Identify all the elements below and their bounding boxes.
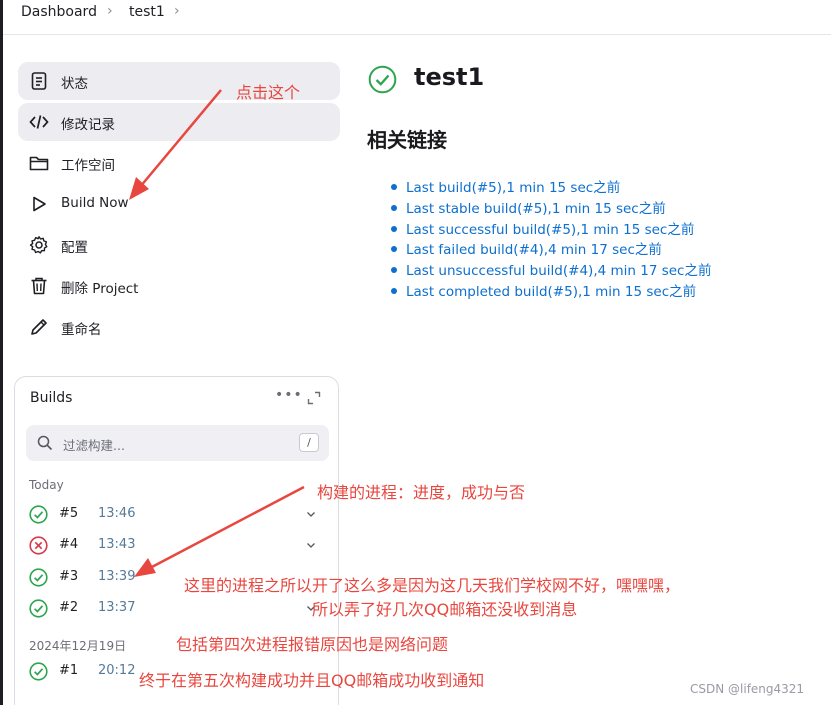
success-check-icon: [29, 568, 48, 587]
build-row-5[interactable]: #5 13:46: [29, 502, 327, 528]
related-links-heading: 相关链接: [367, 128, 447, 152]
builds-title: Builds: [30, 390, 73, 406]
gear-icon: [29, 236, 48, 254]
breadcrumb: Dashboard › test1 ›: [3, 0, 831, 35]
annotation-note-line3: 包括第四次进程报错原因也是网络问题: [176, 635, 449, 654]
success-check-icon: [368, 65, 397, 94]
sidebar-item-label: 配置: [61, 240, 88, 256]
build-group-label: Today: [29, 478, 64, 492]
build-group-label: 2024年12月19日: [29, 639, 127, 653]
sidebar-item-changes[interactable]: 修改记录: [18, 103, 340, 141]
filter-builds-input[interactable]: 过滤构建... /: [26, 425, 329, 461]
sidebar-item-label: 删除 Project: [61, 281, 139, 297]
annotation-note-line1: 这里的进程之所以开了这么多是因为这几天我们学校网不好，嘿嘿嘿，: [184, 576, 681, 595]
breadcrumb-dashboard[interactable]: Dashboard: [21, 4, 97, 20]
filter-placeholder: 过滤构建...: [63, 438, 125, 453]
sidebar-item-label: 重命名: [61, 322, 102, 338]
link-last-stable-build[interactable]: Last stable build(#5),1 min 15 sec之前: [389, 197, 711, 218]
build-number[interactable]: #4: [59, 537, 78, 552]
build-number[interactable]: #1: [59, 663, 78, 678]
link-last-failed-build[interactable]: Last failed build(#4),4 min 17 sec之前: [389, 238, 711, 259]
failed-x-icon: [29, 536, 48, 555]
breadcrumb-separator-icon: ›: [107, 3, 113, 19]
link-last-build[interactable]: Last build(#5),1 min 15 sec之前: [389, 176, 711, 197]
expand-icon[interactable]: [307, 391, 321, 405]
build-number[interactable]: #2: [59, 600, 78, 615]
csdn-watermark: CSDN @lifeng4321: [690, 682, 805, 696]
annotation-build-progress: 构建的进程：进度，成功与否: [317, 483, 526, 502]
link-last-unsuccessful-build[interactable]: Last unsuccessful build(#4),4 min 17 sec…: [389, 259, 711, 280]
search-icon: [37, 435, 53, 451]
sidebar-item-label: 修改记录: [61, 117, 115, 133]
annotation-click-this: 点击这个: [236, 83, 301, 102]
code-icon: [29, 115, 49, 129]
builds-panel: Builds ••• 过滤构建... / Today #5 13:46 #4 1…: [14, 376, 339, 705]
chevron-down-icon[interactable]: [305, 508, 317, 520]
build-time: 13:43: [98, 537, 136, 552]
success-check-icon: [29, 599, 48, 618]
link-last-completed-build[interactable]: Last completed build(#5),1 min 15 sec之前: [389, 280, 711, 301]
annotation-note-line4: 终于在第五次构建成功并且QQ邮箱成功收到通知: [139, 671, 485, 690]
sidebar-item-label: 状态: [61, 76, 88, 92]
more-horizontal-icon[interactable]: •••: [275, 387, 303, 403]
sidebar-item-label: Build Now: [61, 195, 129, 211]
build-number[interactable]: #5: [59, 506, 78, 521]
shortcut-key-badge: /: [299, 433, 319, 452]
folder-icon: [29, 156, 49, 171]
page-title: test1: [414, 63, 485, 91]
build-row-4[interactable]: #4 13:43: [29, 533, 327, 559]
link-last-successful-build[interactable]: Last successful build(#5),1 min 15 sec之前: [389, 218, 711, 239]
build-time: 13:46: [98, 506, 136, 521]
status-document-icon: [31, 72, 47, 90]
sidebar-item-rename[interactable]: 重命名: [18, 308, 340, 346]
sidebar-item-delete-project[interactable]: 删除 Project: [18, 267, 340, 305]
sidebar-item-workspace[interactable]: 工作空间: [18, 144, 340, 182]
success-check-icon: [29, 662, 48, 681]
pencil-icon: [31, 319, 47, 335]
chevron-down-icon[interactable]: [305, 539, 317, 551]
build-time: 13:37: [98, 600, 136, 615]
success-check-icon: [29, 505, 48, 524]
build-number[interactable]: #3: [59, 569, 78, 584]
breadcrumb-separator-icon[interactable]: ›: [174, 3, 180, 19]
sidebar-item-configure[interactable]: 配置: [18, 226, 340, 264]
related-links-list: Last build(#5),1 min 15 sec之前 Last stabl…: [389, 176, 711, 301]
annotation-note-line2: 所以弄了好几次QQ邮箱还没收到消息: [312, 600, 578, 619]
trash-icon: [31, 277, 47, 295]
sidebar-item-label: 工作空间: [61, 158, 115, 174]
sidebar-item-build-now[interactable]: Build Now: [18, 185, 340, 223]
play-icon: [33, 196, 46, 212]
build-row-2[interactable]: #2 13:37: [29, 596, 327, 622]
left-edge-strip: [0, 0, 3, 705]
build-time: 13:39: [98, 569, 136, 584]
breadcrumb-test1[interactable]: test1: [129, 4, 165, 20]
build-time: 20:12: [98, 663, 136, 678]
